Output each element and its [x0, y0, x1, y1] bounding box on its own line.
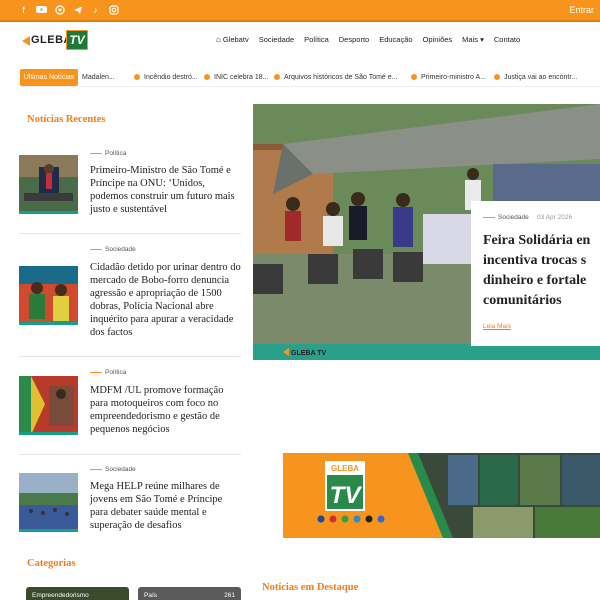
list-item[interactable]: Sociedade Cidadão detido por urinar dent… [19, 246, 241, 346]
news-category[interactable]: Política [90, 369, 126, 376]
logo-triangle-icon [22, 36, 30, 46]
bullet-icon [204, 74, 210, 80]
banner-word: GLEBA [331, 464, 359, 473]
bullet-icon [494, 74, 500, 80]
banner-tv: TV [330, 482, 363, 509]
highlights-heading: Notícias em Destaque [262, 582, 359, 593]
divider [19, 233, 241, 234]
nav-item-mais[interactable]: Mais ▾ [462, 35, 484, 44]
social-links: f ♪ [18, 5, 119, 16]
bullet-icon [274, 74, 280, 80]
list-item[interactable]: Sociedade Mega HELP reúne milhares de jo… [19, 466, 241, 536]
telegram-icon[interactable] [72, 5, 83, 16]
youtube-icon[interactable] [36, 5, 47, 16]
home-icon: ⌂ [216, 35, 221, 44]
featured-date: 03 Apr 2026 [537, 214, 573, 221]
nav-item-desporto[interactable]: Desporto [339, 35, 369, 44]
news-thumbnail[interactable] [19, 266, 78, 325]
divider [19, 454, 241, 455]
ticker-item[interactable]: Incêndio destró... [134, 69, 204, 86]
news-thumbnail[interactable] [19, 473, 78, 532]
featured-category[interactable]: Sociedade [483, 214, 529, 221]
ticker-item[interactable]: Primeiro-ministro A... [411, 69, 494, 86]
ticker-item[interactable]: INIC celebra 18... [204, 69, 274, 86]
ticker-item[interactable]: Justiça vai ao encontr... [494, 69, 594, 86]
nav-item-contato[interactable]: Contato [494, 35, 520, 44]
bullet-icon [411, 74, 417, 80]
site-logo[interactable]: GLEBA TV [22, 30, 88, 52]
nav-item-opinioes[interactable]: Opiniões [423, 35, 453, 44]
news-title[interactable]: Primeiro-Ministro de São Tomé e Príncipe… [90, 164, 242, 216]
list-item[interactable]: Política Primeiro-Ministro de São Tomé e… [19, 150, 241, 220]
featured-card: Sociedade 03 Apr 2026 Feira Solidária en… [471, 201, 600, 346]
nav-item-educacao[interactable]: Educação [379, 35, 412, 44]
ticker-items: Madalen... Incêndio destró... INIC celeb… [82, 69, 594, 86]
ticker-label: Últimas Notícias [20, 69, 78, 86]
facebook-icon[interactable]: f [18, 5, 29, 16]
news-title[interactable]: Cidadão detido por urinar dentro do merc… [90, 261, 242, 339]
logo-tv: TV [66, 30, 88, 50]
bullet-icon [134, 74, 140, 80]
category-card[interactable]: País 261 [138, 587, 241, 600]
news-thumbnail[interactable] [19, 155, 78, 214]
instagram-icon[interactable] [108, 5, 119, 16]
whatsapp-icon[interactable] [54, 5, 65, 16]
ticker-item[interactable]: Arquivos históricos de São Tomé e... [274, 69, 411, 86]
news-title[interactable]: Mega HELP reúne milhares de jovens em Sã… [90, 480, 242, 532]
news-category[interactable]: Política [90, 150, 126, 157]
nav-item-sociedade[interactable]: Sociedade [259, 35, 294, 44]
read-more-link[interactable]: Leia Mais [483, 323, 511, 330]
tiktok-icon[interactable]: ♪ [90, 5, 101, 16]
category-card[interactable]: Empreendedorismo [26, 587, 129, 600]
news-title[interactable]: MDFM /UL promove formação para motoqueir… [90, 384, 242, 436]
promo-banner[interactable]: TV GLEBA [283, 453, 600, 538]
recent-news-heading: Notícias Recentes [27, 114, 106, 125]
nav-item-politica[interactable]: Política [304, 35, 329, 44]
main-nav: ⌂ Glebatv Sociedade Política Desporto Edu… [216, 35, 520, 44]
categories-heading: Categorias [27, 558, 76, 569]
news-category[interactable]: Sociedade [90, 246, 136, 253]
featured-watermark: GLEBA TV [291, 350, 326, 357]
divider [19, 356, 241, 357]
ticker-item[interactable]: Madalen... [82, 69, 134, 86]
news-thumbnail[interactable] [19, 376, 78, 435]
news-category[interactable]: Sociedade [90, 466, 136, 473]
news-ticker: Últimas Notícias Madalen... Incêndio des… [20, 69, 600, 87]
list-item[interactable]: Política MDFM /UL promove formação para … [19, 369, 241, 444]
top-bar: f ♪ Entrar [0, 0, 600, 22]
login-link[interactable]: Entrar [569, 5, 594, 15]
featured-title[interactable]: Feira Solidária en incentiva trocas s di… [483, 231, 600, 311]
nav-item-glebatv[interactable]: ⌂ Glebatv [216, 35, 249, 44]
